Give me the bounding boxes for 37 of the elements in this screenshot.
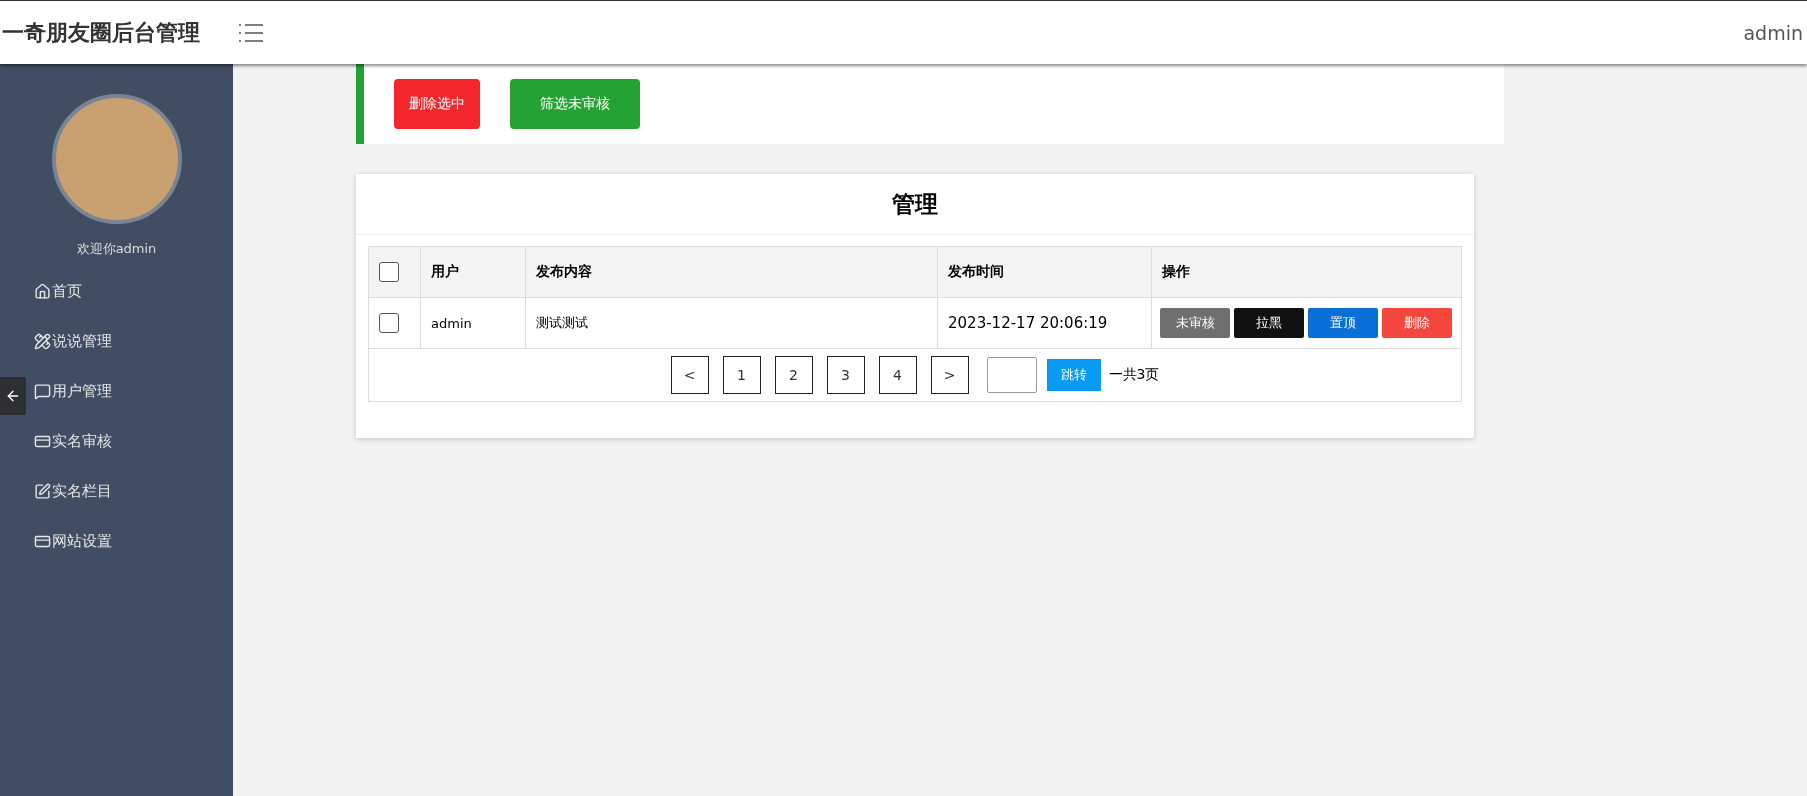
collapse-button[interactable] [0,377,26,415]
column-header: 发布时间 [937,246,1152,298]
column-header: 操作 [1151,246,1462,298]
column-header: 用户 [420,246,526,298]
home-icon [34,282,51,300]
row-checkbox[interactable] [379,313,399,333]
table-cell: 2023-12-17 20:06:19 [937,297,1152,349]
chat-bubble-icon [34,382,51,400]
table-cell: admin [420,297,526,349]
page-input[interactable] [986,357,1037,393]
page-button[interactable]: 3 [826,356,865,394]
row-action-button[interactable]: 未审核 [1160,308,1230,338]
welcome-text: 欢迎你admin [76,240,157,258]
row-action-button[interactable]: 删除 [1382,308,1452,338]
row-action-button[interactable]: 拉黑 [1234,308,1304,338]
user-name[interactable]: admin [1743,21,1803,44]
page-button[interactable]: < [670,356,709,394]
sidebar-item[interactable]: 说说管理 [34,316,112,366]
sidebar-item[interactable]: 用户管理 [34,366,112,416]
pencil-ruler-icon [34,332,51,350]
app-title: 一奇朋友圈后台管理 [1,18,200,47]
row-action-button[interactable]: 置顶 [1308,308,1378,338]
page-button[interactable]: > [930,356,969,394]
sidebar-item[interactable]: 首页 [34,266,82,316]
page-button[interactable]: 4 [878,356,917,394]
sidebar-item[interactable]: 网站设置 [34,516,112,566]
table-cell: 测试测试 [525,297,938,349]
edit-icon [34,482,51,500]
page-total: 一共3页 [1108,366,1160,384]
action-button[interactable]: 删除选中 [394,79,480,129]
page-button[interactable]: 1 [722,356,761,394]
page-button[interactable]: 2 [774,356,813,394]
sidebar-item[interactable]: 实名审核 [34,416,112,466]
sidebar-item[interactable]: 实名栏目 [34,466,112,516]
panel-title: 管理 [356,174,1474,235]
column-header: 发布内容 [525,246,938,298]
select-all-checkbox[interactable] [379,262,399,282]
